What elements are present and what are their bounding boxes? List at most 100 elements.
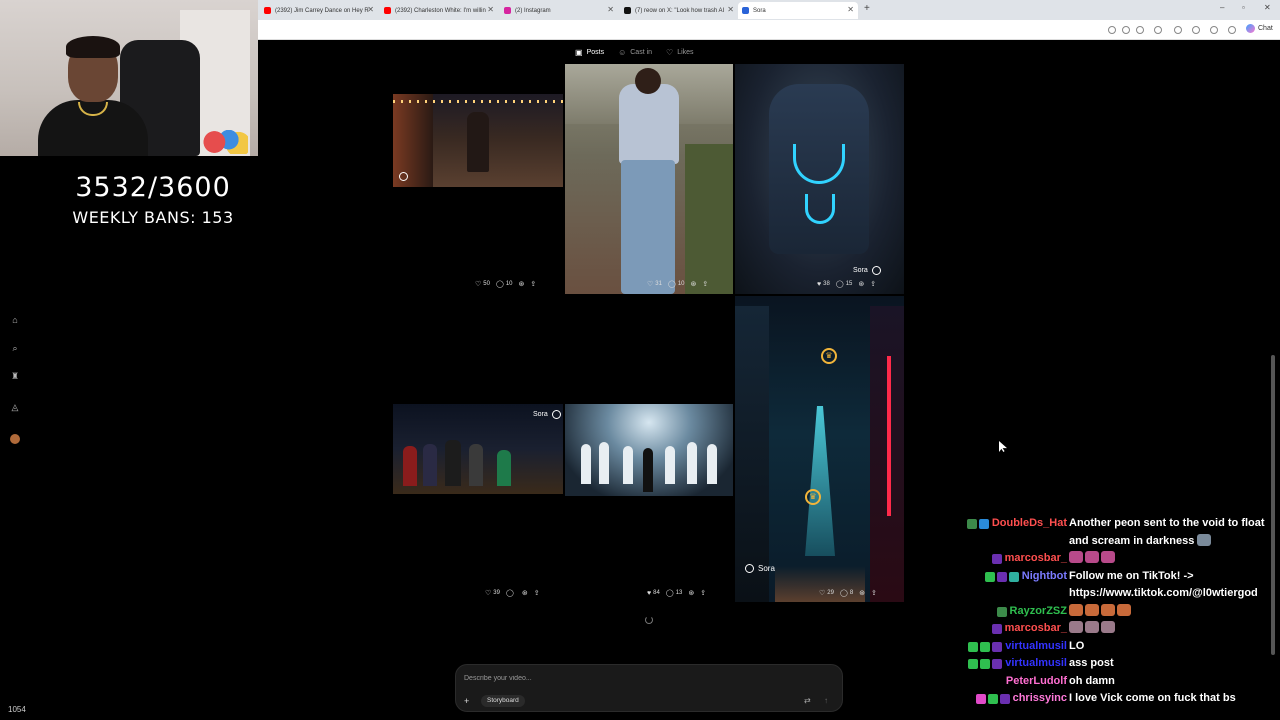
storyboard-button[interactable]: Storyboard: [481, 695, 525, 707]
sora-watermark-label: Sora: [853, 267, 868, 274]
add-media-button[interactable]: +: [464, 696, 469, 706]
chat-username: DoubleDs_Hat: [991, 517, 1067, 529]
like-button[interactable]: ♡ 29: [819, 589, 834, 597]
chat-message: Nightbot Follow me on TikTok! -> https://…: [935, 568, 1275, 603]
remix-button[interactable]: ⊛: [691, 280, 697, 288]
chat-meta: marcosbar_: [935, 620, 1069, 638]
emote-icon: [1117, 603, 1131, 616]
comment-count: 15: [845, 281, 853, 287]
favorite-star-icon[interactable]: [1136, 26, 1144, 34]
video-card[interactable]: Sora: [393, 404, 563, 494]
browser-tab[interactable]: (2392) Charleston White: I'm willin ✕: [380, 2, 498, 19]
tab-cast-in[interactable]: ☺ Cast in: [618, 48, 652, 57]
like-button[interactable]: ♡ 39: [485, 589, 500, 597]
send-icon[interactable]: ↑: [824, 696, 828, 705]
grass: [685, 144, 733, 294]
remix-button[interactable]: ⊛: [858, 280, 864, 288]
heart-icon: ♡: [819, 590, 826, 597]
tab-posts[interactable]: ▣ Posts: [575, 48, 604, 57]
close-window-button[interactable]: ✕: [1264, 3, 1271, 12]
browser-tab[interactable]: (2392) Jim Carrey Dance on Hey R ✕: [260, 2, 378, 19]
comment-button[interactable]: ◯ 8: [840, 589, 853, 597]
share-button[interactable]: ⇪: [700, 589, 706, 597]
browser-toolbar: Chat: [258, 20, 1280, 40]
chat-line: Follow me on TikTok! ->: [1069, 569, 1194, 582]
video-card[interactable]: [565, 404, 733, 496]
like-button[interactable]: ♡ 50: [475, 280, 490, 288]
home-icon[interactable]: ⌂: [10, 315, 20, 325]
video-card[interactable]: ♛ ♛ Sora: [735, 296, 904, 602]
new-tab-button[interactable]: +: [864, 3, 870, 14]
minimize-button[interactable]: –: [1220, 3, 1224, 12]
more-menu-icon[interactable]: [1228, 26, 1236, 34]
browser-tab[interactable]: (7) reow on X: "Look how trash AI ✕: [620, 2, 738, 19]
copilot-icon: [1246, 24, 1255, 33]
share-button[interactable]: ⇪: [530, 280, 536, 288]
comment-button[interactable]: ◯ 10: [496, 280, 513, 288]
prompt-input[interactable]: [464, 675, 764, 682]
prompt-composer: + Storyboard ⇄ ↑: [455, 664, 843, 712]
youtube-icon: [384, 7, 391, 14]
like-button[interactable]: ♡ 31: [647, 280, 662, 288]
card-stats: ♡ 31 ◯ 10 ⊛ ⇪: [647, 280, 708, 288]
chat-badges: [991, 550, 1002, 564]
share-icon: ⇪: [530, 281, 537, 288]
like-button[interactable]: ♥ 38: [817, 281, 830, 288]
close-tab-icon[interactable]: ✕: [367, 5, 374, 14]
comment-button[interactable]: ◯ 10: [668, 280, 685, 288]
favorites-icon[interactable]: [1192, 26, 1200, 34]
restore-button[interactable]: ▫: [1242, 3, 1245, 12]
copilot-button[interactable]: Chat: [1246, 24, 1273, 33]
remix-button[interactable]: ⊛: [859, 589, 865, 597]
settings-icon[interactable]: ⇄: [804, 696, 811, 705]
bell-icon[interactable]: ◬: [10, 402, 20, 412]
profile-icon[interactable]: [1210, 26, 1218, 34]
emote-icon: [1085, 551, 1099, 563]
share-button[interactable]: ⇪: [871, 589, 877, 597]
browser-tab-active[interactable]: Sora ✕: [738, 2, 858, 19]
sora-watermark: Sora: [533, 410, 561, 419]
search-icon[interactable]: ⌕: [10, 343, 20, 353]
read-aloud-icon[interactable]: [1122, 26, 1130, 34]
close-tab-icon[interactable]: ✕: [607, 5, 614, 14]
character: [469, 444, 483, 486]
video-card[interactable]: [565, 64, 733, 294]
video-card[interactable]: Sora: [735, 64, 904, 294]
heart-icon: ♡: [475, 281, 482, 288]
like-button[interactable]: ♥ 84: [647, 590, 660, 597]
remix-button[interactable]: ⊛: [522, 589, 528, 597]
share-button[interactable]: ⇪: [534, 589, 540, 597]
sora-watermark: Sora: [853, 266, 881, 275]
chat-text: I love Vick come on fuck that bs: [1069, 692, 1236, 704]
comment-button[interactable]: ◯: [506, 589, 516, 597]
video-card[interactable]: [393, 94, 563, 187]
close-tab-icon[interactable]: ✕: [727, 5, 734, 14]
comment-button[interactable]: ◯ 15: [836, 280, 853, 288]
share-button[interactable]: ⇪: [870, 280, 876, 288]
remix-button[interactable]: ⊛: [519, 280, 525, 288]
badge-icon: [991, 554, 1002, 564]
emote-icon: [1101, 603, 1115, 616]
emote-icon: [1101, 621, 1115, 633]
extensions-icon[interactable]: [1174, 26, 1182, 34]
badge-icon: [978, 519, 989, 529]
share-button[interactable]: ⇪: [702, 280, 708, 288]
avatar[interactable]: [10, 434, 20, 444]
trophy-icon[interactable]: ♜: [10, 371, 20, 381]
close-tab-icon[interactable]: ✕: [847, 5, 854, 14]
apps-icon[interactable]: [1108, 26, 1116, 34]
comment-button[interactable]: ◯ 13: [666, 589, 683, 597]
tab-likes[interactable]: ♡ Likes: [666, 48, 694, 57]
ban-counter: 3532/3600: [75, 172, 231, 203]
copilot-label: Chat: [1258, 25, 1273, 32]
chat-text: oh damn: [1069, 674, 1115, 687]
browser-tab[interactable]: (2) Instagram ✕: [500, 2, 618, 19]
refresh-icon[interactable]: [1154, 26, 1162, 34]
close-tab-icon[interactable]: ✕: [487, 5, 494, 14]
figure: [687, 442, 697, 484]
chat-username: Nightbot: [1021, 569, 1067, 582]
sora-logo-icon: [551, 410, 561, 419]
remix-button[interactable]: ⊛: [688, 589, 694, 597]
like-count: 38: [823, 281, 830, 287]
chat-line: and scream in darkness: [1069, 534, 1195, 547]
